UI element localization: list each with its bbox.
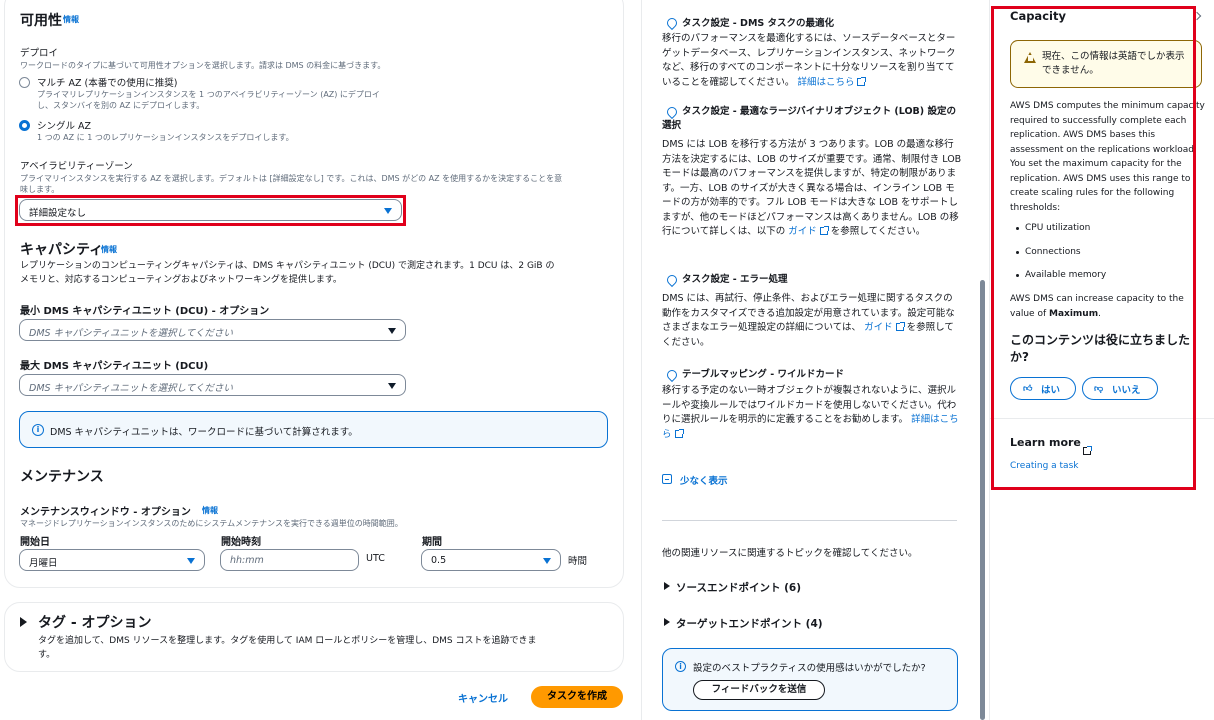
location-pin-icon [664,367,680,383]
caret-right-icon[interactable] [664,582,670,590]
cancel-button[interactable]: キャンセル [458,690,508,705]
section-2-body: DMS には LOB を移行する方法が 3 つあります。LOB の最適な移行方法… [662,138,962,240]
capacity-desc-1: レプリケーションのコンピューティングキャパシティは、DMS キャパシティユニット… [20,261,555,271]
single-az-desc: 1 つの AZ に 1 つのレプリケーションインスタンスをデプロイします。 [37,133,294,142]
chevron-down-icon [543,558,551,564]
chevron-down-icon [187,558,195,564]
single-az-radio[interactable] [19,120,30,131]
location-pin-icon [664,15,680,31]
max-dcu-placeholder: DMS キャパシティユニットを選択してください [29,383,233,394]
section-4-title: テーブルマッピング - ワイルドカード [682,369,844,380]
duration-label: 期間 [422,537,442,548]
availability-title: 可用性 [20,13,62,29]
info-icon: i [675,661,686,672]
duration-value: 0.5 [431,555,447,566]
chevron-down-icon [388,328,396,334]
scrollbar-thumb[interactable] [980,280,985,720]
create-task-button[interactable]: タスクを作成 [531,686,623,708]
section-3-body: DMS には、再試行、停止条件、およびエラー処理に関するタスクの動作をカスタマイ… [662,292,962,350]
max-dcu-label: 最大 DMS キャパシティユニット (DCU) [20,361,209,372]
send-feedback-button[interactable]: フィードバックを送信 [693,680,825,700]
maintenance-info-link[interactable]: 情報 [202,505,218,516]
location-pin-icon [664,272,680,288]
az-desc-2: 味します。 [20,185,60,194]
section-3-link[interactable]: ガイド [864,322,893,333]
section-2-title: タスク設定 - 最適なラージバイナリオブジェクト (LOB) 設定の選択 [662,106,956,131]
start-day-value: 月曜日 [29,558,58,569]
section-2-link[interactable]: ガイド [788,226,817,237]
availability-info-link[interactable]: 情報 [63,14,79,25]
min-dcu-placeholder: DMS キャパシティユニットを選択してください [29,328,233,339]
multi-az-radio[interactable] [19,77,30,88]
start-time-label: 開始時刻 [221,537,261,548]
capacity-alert-text: DMS キャパシティユニットは、ワークロードに基づいて計算されます。 [50,427,358,438]
related-topics-text: 他の関連リソースに関連するトピックを確認してください。 [662,548,918,559]
start-day-label: 開始日 [20,537,50,548]
section-1-title: タスク設定 - DMS タスクの最適化 [682,18,835,29]
section-4-body: 移行する予定のない一時オブジェクトが複製されないように、選択ルールや変換ルールで… [662,384,962,442]
section-1-link[interactable]: 詳細はこちら [797,77,854,88]
target-endpoints-expander[interactable]: ターゲットエンドポイント (4) [676,616,823,631]
min-dcu-select[interactable]: DMS キャパシティユニットを選択してください [19,319,406,341]
section-2-tail: を参照してください。 [830,226,926,237]
external-link-icon [895,322,905,331]
chevron-down-icon [388,383,396,389]
caret-right-icon[interactable] [20,617,27,627]
maintenance-window-desc: マネージドレプリケーションインスタンスのためにシステムメンテナンスを実行できる週… [20,519,403,528]
highlight-box-panel [991,6,1196,490]
single-az-label[interactable]: シングル AZ [37,118,91,132]
info-icon: i [32,424,44,436]
section-1-body: 移行のパフォーマンスを最適化するには、ソースデータベースとターゲットデータベース… [662,32,962,90]
min-dcu-label: 最小 DMS キャパシティユニット (DCU) - オプション [20,306,270,317]
max-dcu-select[interactable]: DMS キャパシティユニットを選択してください [19,374,406,396]
section-2-text: DMS には LOB を移行する方法が 3 つあります。LOB の最適な移行方法… [662,139,962,237]
capacity-info-link[interactable]: 情報 [101,244,117,255]
tags-desc-1: タグを追加して、DMS リソースを整理します。タグを使用して IAM ロールとポ… [38,636,537,646]
help-panel: Capacity 現在、この情報は英語でしか表示できません。 AWS DMS c… [989,0,1214,720]
capacity-desc-2: メモリと、対応するコンピューティングおよびネットワーキングを提供します。 [20,275,342,285]
external-link-icon [857,76,867,86]
start-time-placeholder: hh:mm [230,555,264,566]
feedback-question: 設定のベストプラクティスの使用感はいかがでしたか? [693,663,926,674]
caret-right-icon[interactable] [664,618,670,626]
show-less-link[interactable]: 少なく表示 [680,473,728,487]
collapse-icon[interactable] [662,474,672,484]
capacity-title: キャパシティ [20,242,104,258]
start-day-select[interactable]: 月曜日 [19,549,205,571]
feedback-alert: i 設定のベストプラクティスの使用感はいかがでしたか? フィードバックを送信 [662,648,958,711]
tags-desc-2: す。 [38,650,56,660]
divider [662,520,957,521]
source-endpoints-expander[interactable]: ソースエンドポイント (6) [676,580,801,595]
deploy-label: デプロイ [20,48,59,59]
multi-az-desc-2: し、スタンバイを別の AZ にデプロイします。 [37,101,205,110]
start-time-input[interactable]: hh:mm [220,549,359,571]
az-desc-1: プライマリインスタンスを実行する AZ を選択します。デフォルトは [詳細設定な… [20,174,563,183]
capacity-info-alert: i DMS キャパシティユニットは、ワークロードに基づいて計算されます。 [19,411,608,448]
task-form-pane: 可用性 情報 デプロイ ワークロードのタイプに基づいて可用性オプションを選択しま… [0,0,640,720]
external-link-icon [819,226,829,235]
maintenance-window-label: メンテナンスウィンドウ - オプション [20,507,191,518]
utc-label: UTC [366,553,385,564]
best-practices-pane: タスク設定 - DMS タスクの最適化 移行のパフォーマンスを最適化するには、ソ… [641,0,985,720]
tags-title[interactable]: タグ - オプション [38,612,152,632]
section-3-title: タスク設定 - エラー処理 [682,274,788,285]
duration-select[interactable]: 0.5 [421,549,561,571]
multi-az-label[interactable]: マルチ AZ (本番での使用に推奨) [37,75,177,89]
deploy-desc: ワークロードのタイプに基づいて可用性オプションを選択します。請求は DMS の料… [20,61,386,70]
az-label: アベイラビリティーゾーン [20,161,133,172]
external-link-icon [674,428,684,438]
multi-az-desc-1: プライマリレプリケーションインスタンスを 1 つのアベイラビリティーゾーン (A… [37,90,380,99]
hours-label: 時間 [568,556,588,567]
highlight-box-az [15,195,406,226]
maintenance-title: メンテナンス [20,469,104,485]
